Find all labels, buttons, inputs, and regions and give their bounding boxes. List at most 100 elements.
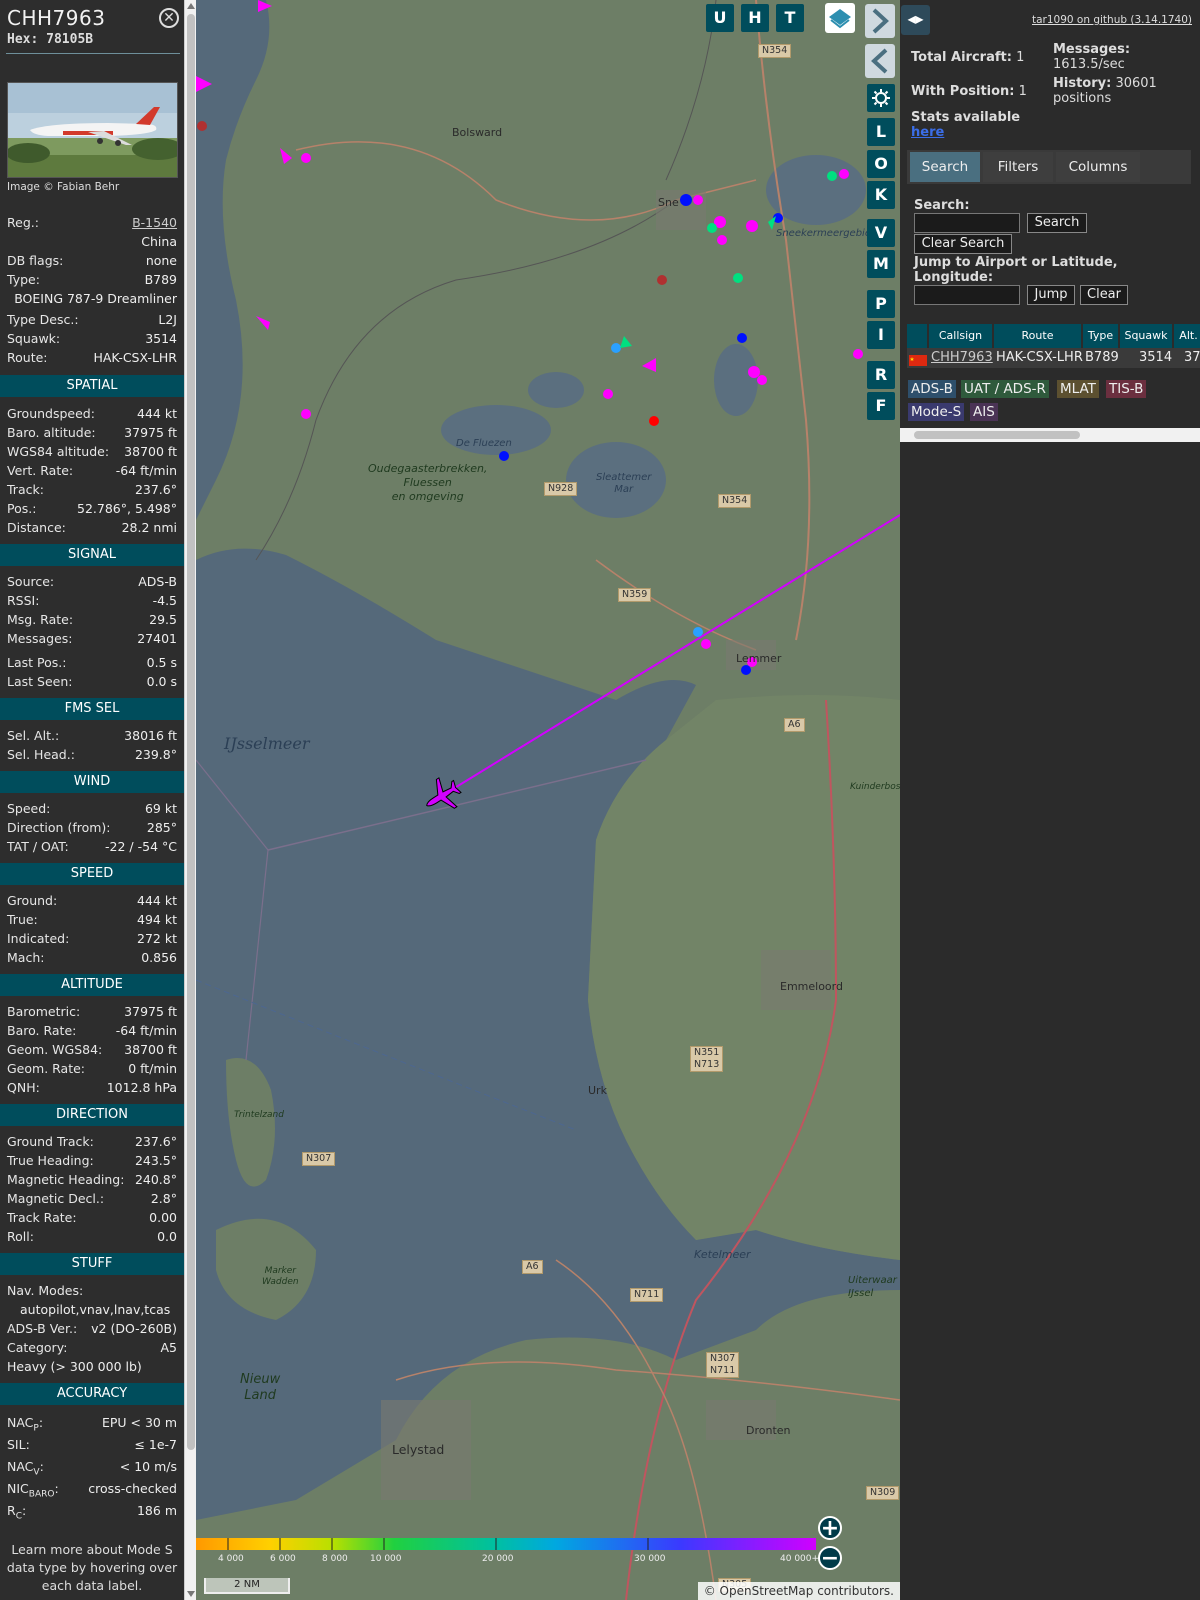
aircraft-photo[interactable] — [7, 82, 178, 178]
map-button-k[interactable]: K — [867, 181, 895, 209]
fms-value: 38016 ft — [124, 728, 177, 743]
colorbar-tick: 20 000 — [482, 1554, 514, 1564]
jump-input[interactable] — [914, 285, 1020, 305]
spatial-value: -64 ft/min — [115, 463, 177, 478]
map-button-l[interactable]: L — [867, 118, 895, 146]
scroll-down-icon[interactable] — [187, 1591, 195, 1597]
type-label: Type: — [7, 272, 40, 287]
table-header-type[interactable]: Type — [1083, 324, 1119, 348]
scroll-up-icon[interactable] — [187, 3, 195, 9]
place-dronten: Dronten — [746, 1424, 791, 1437]
signal-row-4: Last Pos.: 0.5 s — [0, 653, 184, 672]
speed-label: Indicated: — [7, 931, 70, 946]
place-bolsward: Bolsward — [452, 126, 503, 139]
history-label: History: — [1053, 76, 1112, 91]
road-shield: N359 — [618, 588, 652, 602]
zoom-in-icon[interactable]: + — [818, 1516, 842, 1540]
legend-uat-adsr[interactable]: UAT / ADS-R — [961, 380, 1049, 398]
altitude-value: 1012.8 hPa — [106, 1080, 177, 1095]
table-alt: 37 — [1184, 350, 1200, 365]
legend-modes[interactable]: Mode-S — [908, 403, 965, 421]
adsb-ver-value: v2 (DO-260B) — [91, 1321, 177, 1336]
tab-search[interactable]: Search — [910, 152, 980, 182]
hscroll-thumb[interactable] — [914, 431, 1080, 439]
spatial-label: Groundspeed: — [7, 406, 95, 421]
map-button-o[interactable]: O — [867, 150, 895, 178]
settings-gear-icon[interactable] — [867, 84, 895, 112]
legend-mlat[interactable]: MLAT — [1057, 380, 1099, 398]
tab-columns[interactable]: Columns — [1056, 152, 1140, 182]
map-view[interactable]: Bolsward Sne Lemmer Emmeloord Urk Dronte… — [196, 0, 900, 1600]
spatial-row-5: Pos.: 52.786°, 5.498° — [0, 499, 184, 518]
road-shield: N711 — [630, 1288, 664, 1302]
table-header-squawk[interactable]: Squawk — [1120, 324, 1173, 348]
type-desc-value: L2J — [158, 312, 177, 327]
zoom-out-icon[interactable]: − — [818, 1546, 842, 1570]
speed-value: 444 kt — [137, 893, 177, 908]
label-markerwadden: Marker Wadden — [262, 1266, 299, 1287]
nacp-sub: P — [33, 1423, 39, 1434]
osm-link[interactable]: OpenStreetMap — [720, 1584, 814, 1598]
table-header-callsign[interactable]: Callsign — [929, 324, 993, 348]
map-button-t[interactable]: T — [776, 4, 804, 32]
map-button-m[interactable]: M — [867, 250, 895, 278]
legend-ais[interactable]: AIS — [970, 403, 998, 421]
table-header-route[interactable]: Route — [994, 324, 1082, 348]
spatial-row-4: Track: 237.6° — [0, 480, 184, 499]
route-row: Route: HAK-CSX-LHR — [0, 348, 184, 367]
map-button-u[interactable]: U — [706, 4, 734, 32]
wind-label: TAT / OAT: — [7, 839, 69, 854]
map-button-f[interactable]: F — [867, 392, 895, 420]
direction-row-5: Roll: 0.0 — [0, 1227, 184, 1246]
altitude-label: Geom. Rate: — [7, 1061, 86, 1076]
direction-value: 237.6° — [134, 1134, 177, 1149]
registration-link[interactable]: B-1540 — [132, 213, 177, 232]
map-button-r[interactable]: R — [867, 361, 895, 389]
left-panel-scrollbar[interactable] — [184, 0, 196, 1600]
map-button-h[interactable]: H — [741, 4, 769, 32]
attribution-suffix: contributors. — [813, 1584, 894, 1598]
label-uiterwaarden: Uiterwaar IJssel — [848, 1275, 897, 1299]
nicbaro-sub: BARO — [28, 1489, 55, 1500]
wind-row-1: Direction (from): 285° — [0, 818, 184, 837]
altitude-value: -64 ft/min — [115, 1023, 177, 1038]
layers-icon[interactable] — [825, 3, 855, 33]
map-button-i[interactable]: I — [867, 321, 895, 349]
legend-adsb[interactable]: ADS-B — [908, 380, 956, 398]
china-flag-icon — [909, 348, 929, 368]
legend-tisb[interactable]: TIS-B — [1106, 380, 1147, 398]
speed-block: Ground: 444 kt True: 494 kt Indicated: 272 … — [0, 891, 184, 967]
spatial-label: Distance: — [7, 520, 66, 535]
search-button[interactable]: Search — [1027, 213, 1087, 233]
type-row: Type: B789 — [0, 270, 184, 289]
tab-filters[interactable]: Filters — [983, 152, 1053, 182]
section-header-direction: DIRECTION — [0, 1104, 184, 1126]
spatial-label: Vert. Rate: — [7, 463, 74, 478]
total-aircraft-stat: Total Aircraft: 1 — [911, 50, 1024, 65]
search-input[interactable] — [914, 213, 1020, 233]
close-icon[interactable]: ✕ — [159, 8, 179, 28]
stats-here-link[interactable]: here — [911, 125, 944, 140]
with-position-stat: With Position: 1 — [911, 84, 1027, 99]
mode-s-footnote: Learn more about Mode S data type by hov… — [6, 1542, 178, 1593]
github-link[interactable]: tar1090 on github (3.14.1740) — [1032, 14, 1192, 26]
place-lemmer: Lemmer — [736, 652, 782, 665]
jump-button[interactable]: Jump — [1027, 285, 1075, 305]
map-button-v[interactable]: V — [867, 219, 895, 247]
toggle-panel-icon[interactable]: ◂▸ — [901, 5, 930, 35]
scale-bar: 2 NM — [204, 1578, 290, 1594]
next-arrow-icon[interactable] — [865, 4, 895, 38]
nav-modes-value: autopilot,vnav,lnav,tcas — [20, 1302, 171, 1317]
clear-jump-button[interactable]: Clear — [1080, 285, 1128, 305]
table-header-alt[interactable]: Alt. — [1174, 324, 1200, 348]
signal-value: 27401 — [137, 631, 177, 646]
scroll-thumb[interactable] — [187, 14, 195, 1450]
prev-arrow-icon[interactable] — [865, 44, 895, 78]
map-button-p[interactable]: P — [867, 290, 895, 318]
messages-label: Messages: — [1053, 42, 1131, 57]
clear-search-button[interactable]: Clear Search — [914, 234, 1012, 254]
road-shield: N307 N711 — [706, 1352, 740, 1378]
table-callsign[interactable]: CHH7963 — [931, 348, 993, 368]
db-flags-row: DB flags: none — [0, 251, 184, 270]
table-horizontal-scrollbar[interactable] — [900, 428, 1200, 442]
